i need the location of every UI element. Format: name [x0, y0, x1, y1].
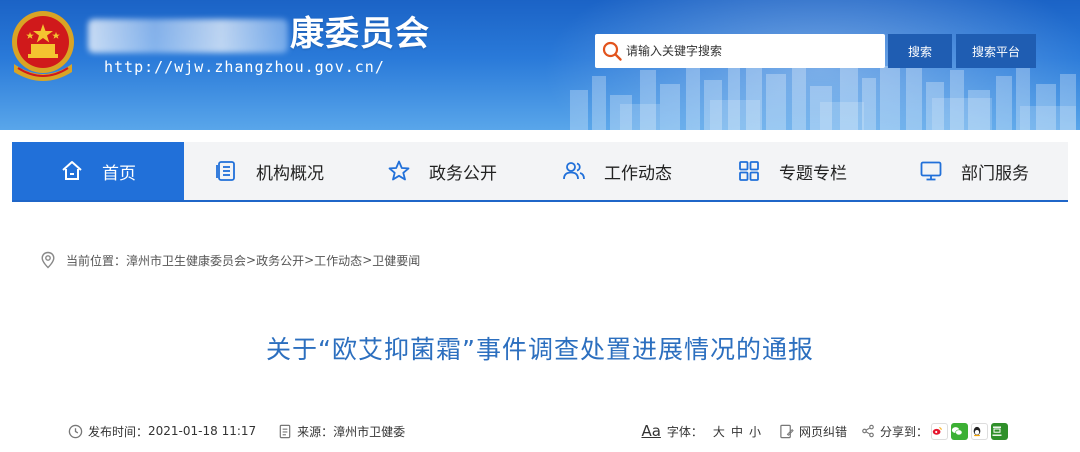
main-nav: 首页 机构概况 政务公开 工作动态 专题专栏 部门服务 [12, 142, 1068, 202]
nav-item-home[interactable]: 首页 [12, 142, 184, 200]
national-emblem-logo [12, 11, 74, 81]
site-url: http://wjw.zhangzhou.gov.cn/ [104, 58, 385, 76]
nav-label: 工作动态 [604, 163, 672, 184]
wechat-icon[interactable] [951, 422, 968, 440]
site-title-text: 康委员会 [290, 14, 430, 54]
article-meta-bar: 发布时间： 2021-01-18 11:17 来源： 漳州市卫健委 Aa 字体：… [68, 418, 1008, 444]
qq-icon[interactable] [971, 422, 988, 440]
nav-item-government-affairs[interactable]: 政务公开 [354, 142, 530, 200]
document-icon [279, 424, 291, 438]
nav-item-work-news[interactable]: 工作动态 [530, 142, 704, 200]
error-report-link: 网页纠错 [798, 424, 847, 439]
search-platform-button[interactable]: 搜索平台 [956, 34, 1036, 68]
breadcrumb-link-health-news[interactable]: 卫健要闻 [372, 252, 420, 269]
source-value: 漳州市卫健委 [333, 424, 406, 439]
nav-label: 部门服务 [961, 163, 1029, 184]
people-icon [563, 162, 585, 180]
share-group: 分享到： [861, 422, 1008, 440]
breadcrumb: 当前位置： 漳州市卫生健康委员会 > 政务公开 > 工作动态 > 卫健要闻 [40, 250, 420, 270]
article-title: 关于“欧艾抑菌霜”事件调查处置进展情况的通报 [266, 335, 814, 364]
site-title: 康委员会 [88, 12, 430, 56]
nav-label: 政务公开 [429, 163, 497, 184]
nav-item-department-services[interactable]: 部门服务 [880, 142, 1068, 200]
share-icon [862, 424, 874, 438]
search-box [595, 34, 885, 68]
font-size-label: 字体： [666, 424, 703, 439]
star-icon [388, 160, 410, 181]
breadcrumb-separator: > [362, 253, 373, 267]
source-label: 来源： [297, 424, 334, 439]
publish-time-value: 2021-01-18 11:17 [148, 424, 257, 438]
douban-icon[interactable] [991, 422, 1008, 440]
publish-time-group: 发布时间： 2021-01-18 11:17 [68, 423, 256, 440]
nav-label: 首页 [102, 163, 136, 184]
breadcrumb-prefix: 当前位置： [66, 253, 127, 268]
error-report-icon [780, 424, 794, 438]
location-pin-icon [41, 251, 55, 269]
breadcrumb-link-government-affairs[interactable]: 政务公开 [256, 252, 304, 269]
publish-time-label: 发布时间： [88, 424, 149, 439]
nav-item-organization[interactable]: 机构概况 [184, 142, 354, 200]
search-input[interactable] [626, 44, 866, 58]
font-size-small[interactable]: 小 [749, 423, 761, 440]
font-size-large[interactable]: 大 [713, 423, 725, 440]
nav-item-special-topics[interactable]: 专题专栏 [704, 142, 880, 200]
search-icon [602, 41, 622, 61]
breadcrumb-link-commission[interactable]: 漳州市卫生健康委员会 [126, 252, 246, 269]
breadcrumb-separator: > [304, 253, 315, 267]
blurred-title-region [88, 18, 288, 53]
font-size-icon: Aa [641, 422, 661, 440]
nav-label: 机构概况 [256, 163, 324, 184]
header-banner: 康委员会 http://wjw.zhangzhou.gov.cn/ 搜索 搜索平… [0, 0, 1080, 130]
document-list-icon [216, 161, 235, 181]
weibo-icon[interactable] [931, 422, 948, 440]
nav-label: 专题专栏 [779, 163, 847, 184]
monitor-icon [920, 161, 942, 181]
breadcrumb-link-work-news[interactable]: 工作动态 [314, 252, 362, 269]
share-label: 分享到： [879, 424, 928, 439]
search-button[interactable]: 搜索 [888, 34, 952, 68]
error-report-group[interactable]: 网页纠错 [779, 423, 847, 440]
source-group: 来源： 漳州市卫健委 [278, 423, 405, 440]
grid-icon [739, 161, 759, 181]
font-size-medium[interactable]: 中 [731, 423, 743, 440]
breadcrumb-separator: > [246, 253, 257, 267]
article-tools: Aa 字体： 大 中 小 网页纠错 分享到： [641, 422, 1008, 440]
clock-icon [68, 424, 83, 438]
home-icon [62, 161, 82, 180]
